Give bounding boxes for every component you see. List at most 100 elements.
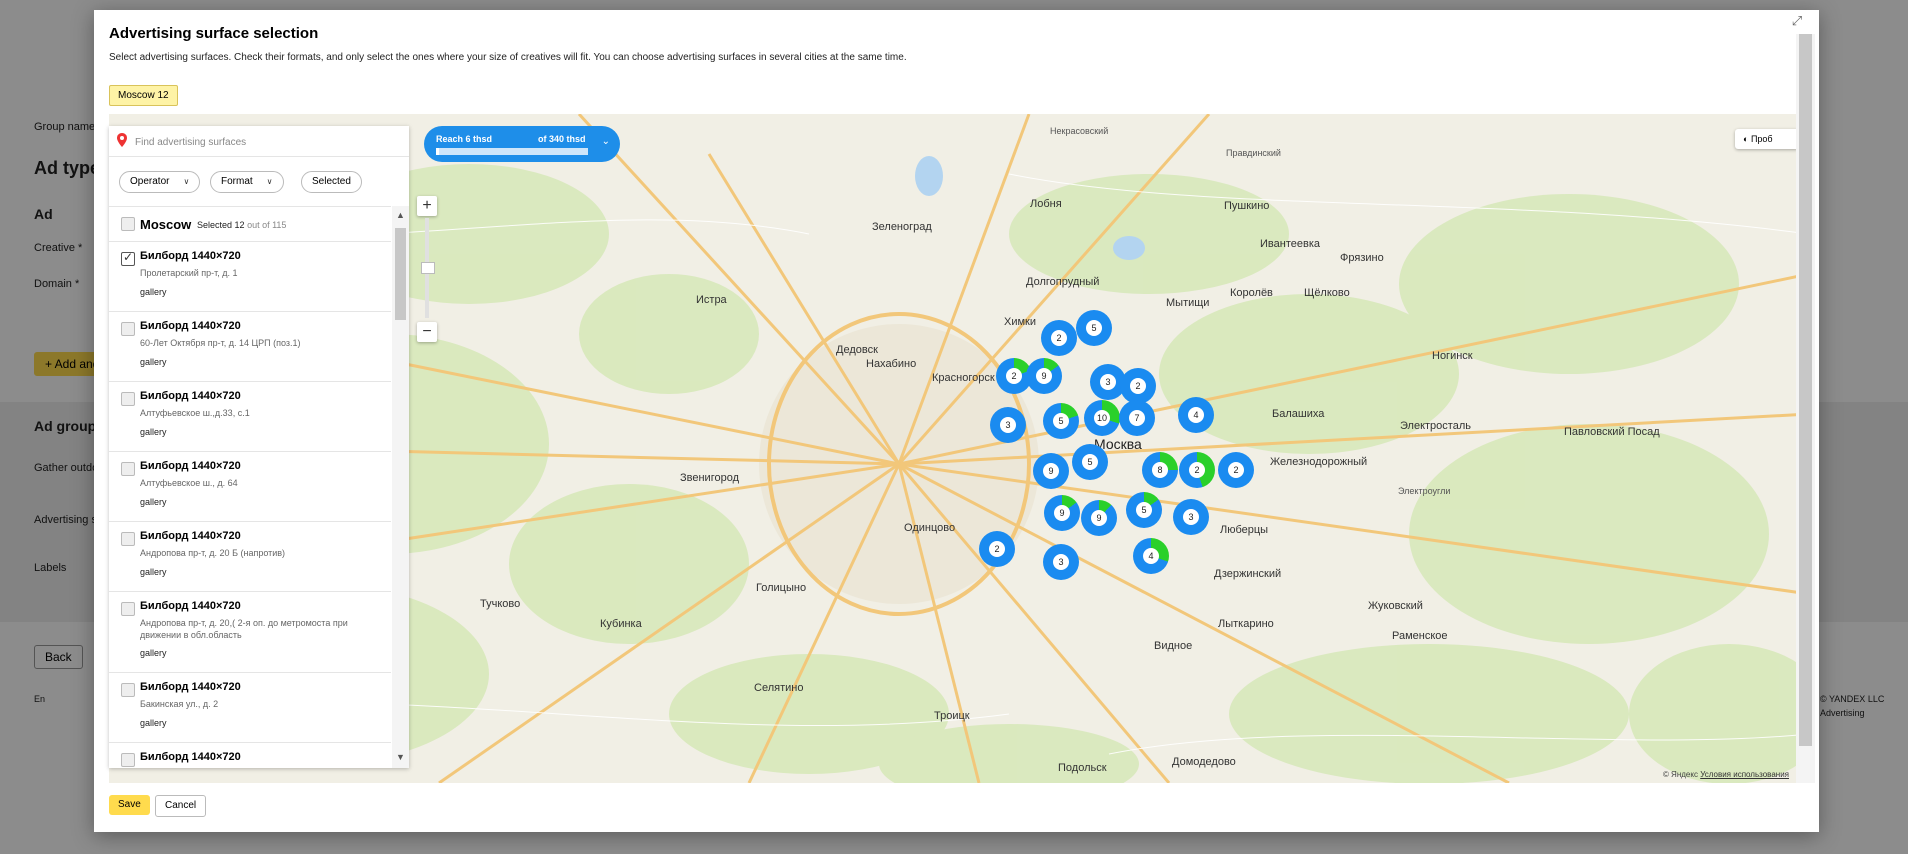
surface-address: Андропова пр-т, д. 20,( 2-я оп. до метро…: [140, 618, 348, 640]
list-scrollbar[interactable]: ▲ ▼: [392, 206, 409, 768]
surface-checkbox[interactable]: [121, 392, 135, 406]
format-filter-label: Format: [221, 176, 253, 187]
operator-filter-label: Operator: [130, 176, 170, 187]
map-cluster[interactable]: 5: [1043, 403, 1079, 439]
city-group-header[interactable]: Moscow Selected 12 out of 115: [109, 207, 391, 242]
zoom-out-button[interactable]: −: [417, 322, 437, 342]
map-cluster[interactable]: 4: [1178, 397, 1214, 433]
surface-checkbox[interactable]: [121, 250, 135, 266]
map-place-label: Пушкино: [1224, 200, 1270, 212]
list-item[interactable]: Билборд 1440×720 Алтуфьевское ш., д. 64 ga…: [109, 451, 391, 522]
surface-title: Билборд 1440×720: [140, 390, 241, 402]
map-cluster[interactable]: 3: [1043, 544, 1079, 580]
map-cluster[interactable]: 9: [1081, 500, 1117, 536]
surface-address: 60-Лет Октября пр-т, д. 14 ЦРП (поз.1): [140, 338, 301, 348]
scroll-down-icon[interactable]: ▼: [396, 752, 405, 762]
map-place-label: Фрязино: [1340, 252, 1384, 264]
surface-title: Билборд 1440×720: [140, 681, 241, 693]
list-item[interactable]: Билборд 1440×720 Бакинская ул., д. 2 galle…: [109, 672, 391, 743]
cluster-count: 9: [1054, 505, 1070, 521]
modal-scrollbar[interactable]: [1796, 34, 1815, 783]
map-place-label: Ивантеевка: [1260, 238, 1320, 250]
terms-link[interactable]: Условия использования: [1700, 770, 1789, 779]
modal-title: Advertising surface selection: [109, 25, 319, 42]
map-place-label: Звенигород: [680, 472, 740, 484]
map-cluster[interactable]: 2: [1179, 452, 1215, 488]
city-chip[interactable]: Moscow 12: [109, 85, 178, 106]
save-button[interactable]: Save: [109, 795, 150, 815]
list-item[interactable]: Билборд 1440×720 Алтуфьевское ш.,д.33, с.…: [109, 381, 391, 452]
surface-address: Бакинская ул., д. 2: [140, 699, 219, 709]
map-cluster[interactable]: 10: [1084, 400, 1120, 436]
cluster-count: 5: [1053, 413, 1069, 429]
map-place-label: Кубинка: [600, 618, 642, 630]
zoom-slider-handle[interactable]: [421, 262, 435, 274]
selected-filter[interactable]: Selected: [301, 171, 362, 193]
list-item[interactable]: Билборд 1440×720 Андропова пр-т, д. 20,( …: [109, 591, 391, 673]
map-place-label: Электросталь: [1400, 420, 1471, 432]
surface-checkbox[interactable]: [121, 532, 135, 546]
surface-title: Билборд 1440×720: [140, 460, 241, 472]
map-cluster[interactable]: 9: [1026, 358, 1062, 394]
chevron-down-icon[interactable]: ⌄: [602, 136, 610, 147]
cluster-count: 4: [1188, 407, 1204, 423]
map-copyright: © Яндекс Условия использования: [1663, 770, 1789, 779]
list-item[interactable]: Билборд 1440×720 Андропова пр-т, д. 20 Б …: [109, 521, 391, 592]
map-cluster[interactable]: 5: [1072, 444, 1108, 480]
map-cluster[interactable]: 9: [1044, 495, 1080, 531]
surfaces-list: Moscow Selected 12 out of 115 Билборд 14…: [109, 206, 391, 769]
surface-checkbox[interactable]: [121, 753, 135, 767]
list-scrollbar-thumb[interactable]: [395, 228, 406, 320]
modal-scrollbar-thumb[interactable]: [1799, 34, 1812, 746]
surface-checkbox[interactable]: [121, 683, 135, 697]
reach-widget[interactable]: Reach 6 thsd of 340 thsd ⌄: [424, 126, 620, 162]
cluster-count: 2: [1006, 368, 1022, 384]
map-cluster[interactable]: 2: [979, 531, 1015, 567]
map-place-label: Домодедово: [1172, 756, 1236, 768]
surface-title: Билборд 1440×720: [140, 600, 241, 612]
map-cluster[interactable]: 4: [1133, 538, 1169, 574]
expand-icon[interactable]: ⤢: [1789, 14, 1805, 28]
map-cluster[interactable]: 2: [1218, 452, 1254, 488]
surface-title: Билборд 1440×720: [140, 751, 241, 763]
cluster-count: 7: [1129, 410, 1145, 426]
zoom-in-button[interactable]: +: [417, 196, 437, 216]
modal-description: Select advertising surfaces. Check their…: [109, 52, 907, 63]
map-cluster[interactable]: 5: [1126, 492, 1162, 528]
map-cluster[interactable]: 3: [1173, 499, 1209, 535]
scroll-up-icon[interactable]: ▲: [396, 210, 405, 220]
map-cluster[interactable]: 3: [990, 407, 1026, 443]
surface-checkbox[interactable]: [121, 602, 135, 616]
map-place-label: Лобня: [1030, 198, 1062, 210]
surface-title: Билборд 1440×720: [140, 250, 241, 262]
map-cluster[interactable]: 2: [1120, 368, 1156, 404]
total-count: out of 115: [247, 220, 287, 230]
map-cluster[interactable]: 9: [1033, 453, 1069, 489]
operator-filter[interactable]: Operator ∨: [119, 171, 201, 193]
cluster-count: 2: [1051, 330, 1067, 346]
map-place-label: Троицк: [934, 710, 970, 722]
chevron-down-icon: ∨: [183, 177, 190, 186]
map-cluster[interactable]: 5: [1076, 310, 1112, 346]
surface-tag: gallery: [140, 497, 167, 507]
map-cluster[interactable]: 7: [1119, 400, 1155, 436]
cancel-button[interactable]: Cancel: [155, 795, 207, 817]
list-item[interactable]: Билборд 1440×720 Пролетарский пр-т, д. 1 g…: [109, 241, 391, 312]
map-place-label: Павловский Посад: [1564, 426, 1660, 438]
format-filter[interactable]: Format ∨: [210, 171, 284, 193]
map-cluster[interactable]: 2: [1041, 320, 1077, 356]
list-item[interactable]: Билборд 1440×720: [109, 742, 391, 769]
city-selection-count: Selected 12 out of 115: [197, 220, 286, 230]
map-place-label: Мытищи: [1166, 297, 1210, 309]
map-cluster[interactable]: 8: [1142, 452, 1178, 488]
surface-address: Пролетарский пр-т, д. 1: [140, 268, 238, 278]
city-checkbox[interactable]: [121, 217, 135, 231]
surface-checkbox[interactable]: [121, 462, 135, 476]
search-input[interactable]: [133, 132, 397, 152]
surface-address: Андропова пр-т, д. 20 Б (напротив): [140, 548, 286, 558]
cluster-count: 3: [1000, 417, 1016, 433]
surface-checkbox[interactable]: [121, 322, 135, 336]
map-place-label: Голицыно: [756, 582, 807, 594]
traffic-button[interactable]: ◐ Проб: [1735, 129, 1799, 149]
list-item[interactable]: Билборд 1440×720 60-Лет Октября пр-т, д. …: [109, 311, 391, 382]
